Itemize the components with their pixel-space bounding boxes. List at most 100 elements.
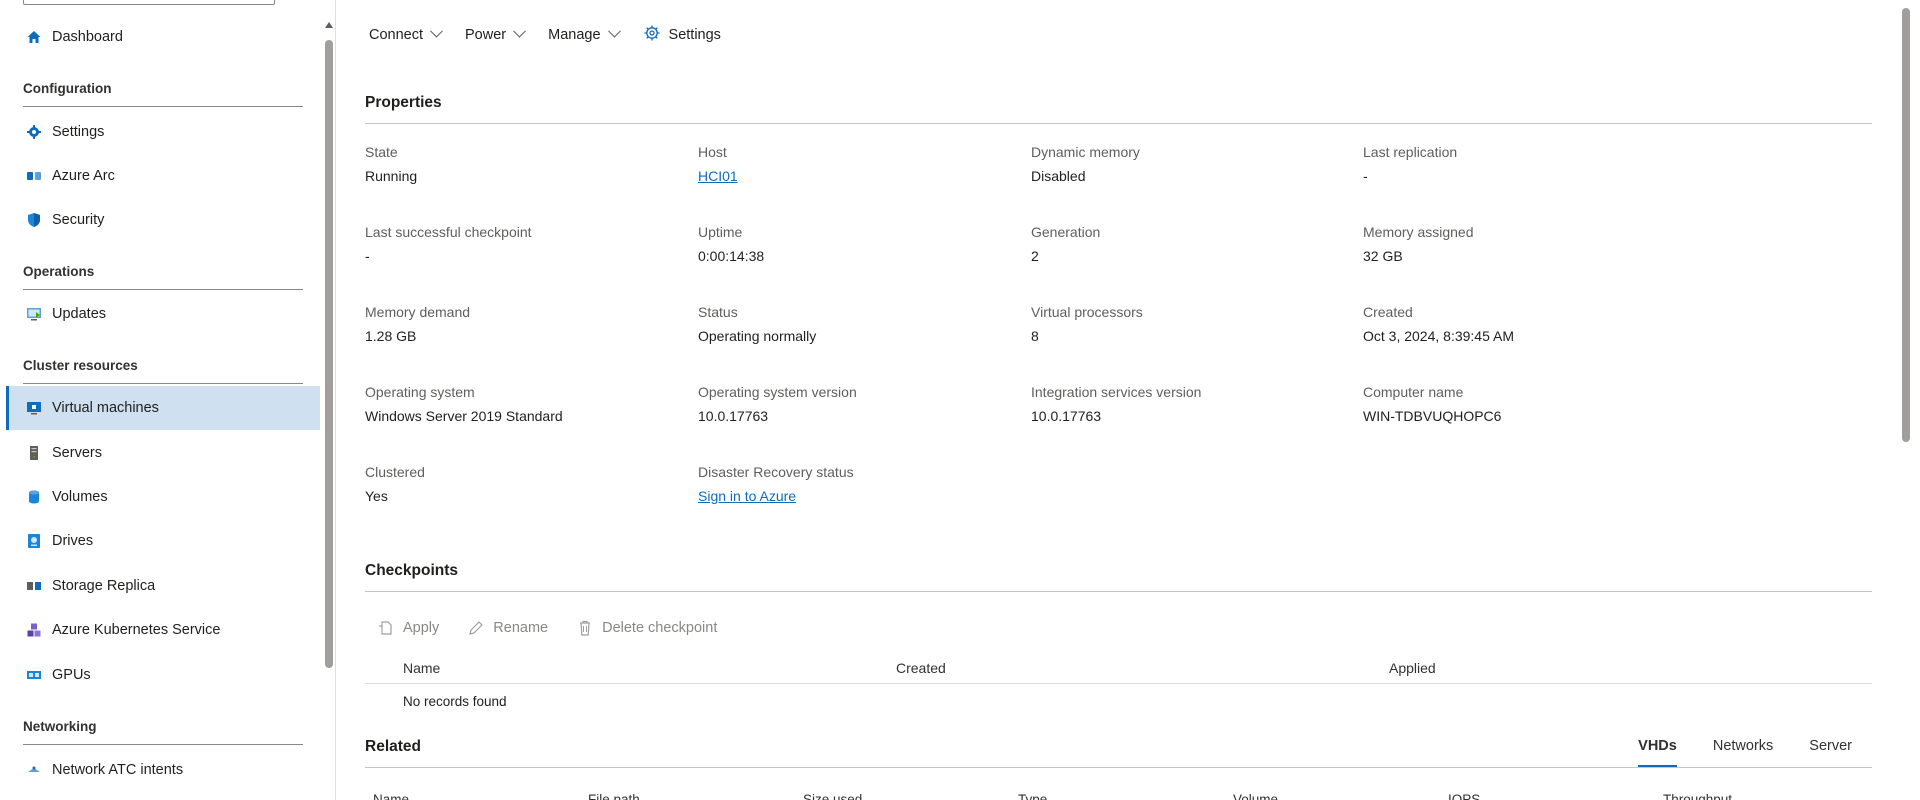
chevron-down-icon — [430, 24, 443, 38]
prop-label: State — [365, 144, 398, 160]
prop-os-version: Operating system version 10.0.17763 — [698, 384, 1018, 424]
column-header-volume[interactable]: Volume — [1233, 792, 1278, 800]
sidebar-scrollbar[interactable] — [323, 0, 335, 800]
sidebar-item-label: Azure Arc — [52, 168, 115, 184]
prop-label: Generation — [1031, 224, 1101, 240]
prop-memory-demand: Memory demand 1.28 GB — [365, 304, 685, 344]
sidebar-item-label: Updates — [52, 306, 107, 322]
host-link[interactable]: HCI01 — [698, 168, 1018, 184]
connect-menu-button[interactable]: Connect — [357, 20, 453, 50]
sidebar-item-azure-arc[interactable]: Azure Arc — [6, 154, 320, 198]
prop-value: Disabled — [1031, 168, 1086, 184]
prop-value: WIN-TDBVUQHOPC6 — [1363, 408, 1502, 424]
column-header-throughput[interactable]: Throughput — [1663, 792, 1732, 800]
settings-button[interactable]: Settings — [631, 20, 733, 50]
prop-last-successful-checkpoint: Last successful checkpoint - — [365, 224, 685, 264]
tab-server[interactable]: Server — [1809, 738, 1852, 767]
sidebar-item-azure-kubernetes-service[interactable]: Azure Kubernetes Service — [6, 608, 320, 652]
properties-heading: Properties — [365, 94, 1872, 124]
prop-label: Last replication — [1363, 144, 1458, 160]
prop-clustered: Clustered Yes — [365, 464, 685, 504]
sidebar: Dashboard Configuration Settings Azure A… — [0, 0, 336, 800]
column-header-name[interactable]: Name — [403, 660, 440, 676]
azure-arc-icon — [26, 168, 42, 184]
prop-host: Host HCI01 — [698, 144, 1018, 184]
volumes-icon — [26, 489, 42, 505]
shield-icon — [26, 212, 42, 228]
prop-created: Created Oct 3, 2024, 8:39:45 AM — [1363, 304, 1683, 344]
section-configuration: Configuration — [23, 81, 303, 107]
main-content: Connect Power Manage Settings Properties… — [337, 0, 1897, 800]
sidebar-scroll-thumb[interactable] — [325, 40, 333, 668]
chevron-down-icon — [607, 24, 621, 38]
apply-button[interactable]: Apply — [377, 619, 439, 637]
storage-replica-icon — [26, 578, 42, 594]
gear-icon — [26, 124, 42, 140]
prop-value: Operating normally — [698, 328, 817, 344]
pencil-icon — [469, 621, 484, 635]
gear-icon — [643, 24, 661, 46]
prop-value: 2 — [1031, 248, 1039, 264]
rename-button[interactable]: Rename — [467, 619, 548, 637]
prop-label: Virtual processors — [1031, 304, 1143, 320]
network-icon — [26, 762, 42, 778]
prop-label: Operating system — [365, 384, 475, 400]
sign-in-to-azure-link[interactable]: Sign in to Azure — [698, 488, 1018, 504]
prop-label: Integration services version — [1031, 384, 1202, 400]
sidebar-item-virtual-machines[interactable]: Virtual machines — [6, 386, 320, 430]
sidebar-item-gpus[interactable]: GPUs — [6, 653, 320, 697]
column-header-size-used[interactable]: Size used — [803, 792, 862, 800]
sidebar-item-volumes[interactable]: Volumes — [6, 475, 320, 519]
sidebar-item-storage-replica[interactable]: Storage Replica — [6, 564, 320, 608]
sidebar-item-settings[interactable]: Settings — [6, 110, 320, 154]
delete-checkpoint-button[interactable]: Delete checkpoint — [576, 619, 717, 637]
sidebar-item-dashboard[interactable]: Dashboard — [6, 15, 320, 59]
prop-value: Windows Server 2019 Standard — [365, 408, 563, 424]
prop-operating-system: Operating system Windows Server 2019 Sta… — [365, 384, 685, 424]
sidebar-item-label: Virtual machines — [52, 400, 159, 416]
prop-status: Status Operating normally — [698, 304, 1018, 344]
checkpoints-heading: Checkpoints — [365, 562, 1872, 592]
tab-vhds[interactable]: VHDs — [1638, 738, 1677, 767]
tab-networks[interactable]: Networks — [1713, 738, 1773, 767]
gpu-icon — [26, 667, 42, 683]
power-menu-button[interactable]: Power — [453, 20, 536, 50]
prop-value: 10.0.17763 — [698, 408, 769, 424]
prop-virtual-processors: Virtual processors 8 — [1031, 304, 1351, 344]
prop-value: 10.0.17763 — [1031, 408, 1102, 424]
column-header-file-path[interactable]: File path — [588, 792, 640, 800]
prop-value: Yes — [365, 488, 388, 504]
prop-uptime: Uptime 0:00:14:38 — [698, 224, 1018, 264]
prop-label: Created — [1363, 304, 1413, 320]
sidebar-item-label: GPUs — [52, 667, 91, 683]
column-header-applied[interactable]: Applied — [1389, 660, 1436, 676]
sidebar-item-label: Servers — [52, 445, 102, 461]
prop-label: Host — [698, 144, 727, 160]
prop-label: Dynamic memory — [1031, 144, 1140, 160]
sidebar-item-drives[interactable]: Drives — [6, 519, 320, 563]
toolbar: Connect Power Manage Settings — [357, 20, 733, 50]
prop-label: Last successful checkpoint — [365, 224, 532, 240]
prop-label: Memory demand — [365, 304, 471, 320]
column-header-iops[interactable]: IOPS — [1448, 792, 1480, 800]
sidebar-item-label: Azure Kubernetes Service — [52, 622, 221, 638]
manage-menu-button[interactable]: Manage — [536, 20, 630, 50]
column-header-created[interactable]: Created — [896, 660, 946, 676]
prop-value: 1.28 GB — [365, 328, 417, 344]
virtual-machine-icon — [26, 400, 42, 416]
prop-label: Clustered — [365, 464, 425, 480]
prop-label: Operating system version — [698, 384, 857, 400]
main-scrollbar[interactable] — [1900, 0, 1912, 800]
prop-memory-assigned: Memory assigned 32 GB — [1363, 224, 1683, 264]
sidebar-item-label: Settings — [52, 124, 105, 140]
sidebar-item-updates[interactable]: Updates — [6, 292, 320, 336]
no-records-message: No records found — [403, 694, 507, 709]
scroll-up-arrow-icon[interactable] — [325, 22, 333, 28]
main-scroll-thumb[interactable] — [1902, 8, 1910, 442]
column-header-type[interactable]: Type — [1018, 792, 1047, 800]
sidebar-item-network-atc-intents[interactable]: Network ATC intents — [6, 748, 320, 792]
column-header-name[interactable]: Name — [373, 792, 409, 800]
sidebar-item-security[interactable]: Security — [6, 198, 320, 242]
sidebar-search-input[interactable] — [23, 0, 275, 5]
sidebar-item-servers[interactable]: Servers — [6, 431, 320, 475]
